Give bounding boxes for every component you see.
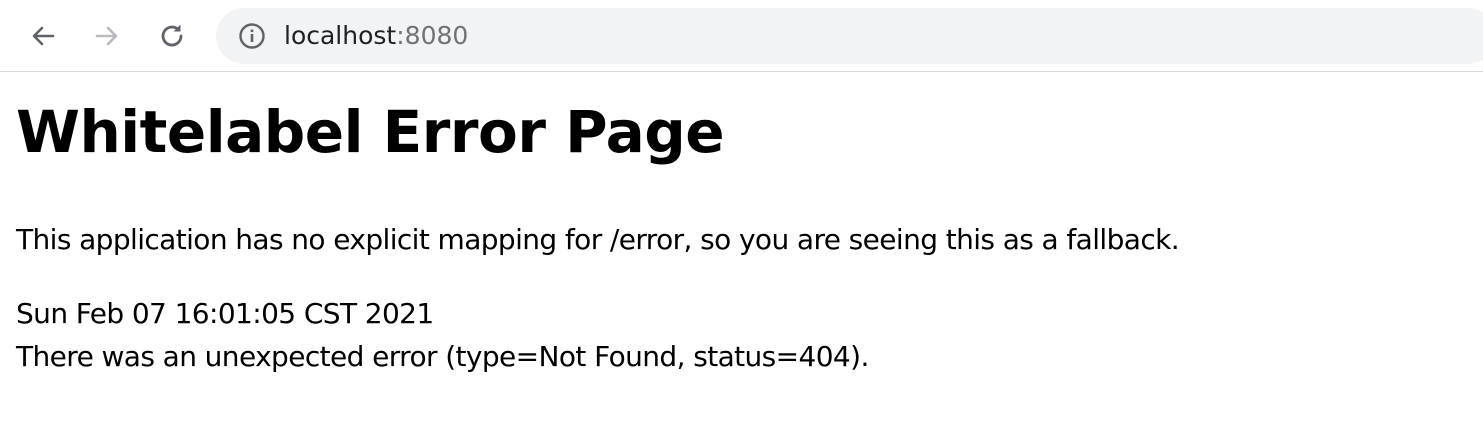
error-detail: There was an unexpected error (type=Not … xyxy=(16,340,869,373)
error-message: This application has no explicit mapping… xyxy=(16,223,1180,256)
url-host: localhost xyxy=(284,21,397,50)
error-timestamp: Sun Feb 07 16:01:05 CST 2021 xyxy=(16,297,434,330)
reload-icon xyxy=(161,24,183,47)
forward-button[interactable] xyxy=(87,16,127,56)
browser-toolbar: localhost:8080 xyxy=(0,0,1483,72)
arrow-right-icon xyxy=(95,26,118,46)
back-button[interactable] xyxy=(23,16,63,56)
reload-button[interactable] xyxy=(152,16,192,56)
page-title: Whitelabel Error Page xyxy=(16,98,725,166)
address-bar[interactable]: localhost:8080 xyxy=(216,8,1483,64)
info-circle-icon[interactable] xyxy=(238,22,266,50)
url-text[interactable]: localhost:8080 xyxy=(284,20,468,52)
arrow-left-icon xyxy=(32,26,55,46)
url-port: :8080 xyxy=(396,21,469,50)
